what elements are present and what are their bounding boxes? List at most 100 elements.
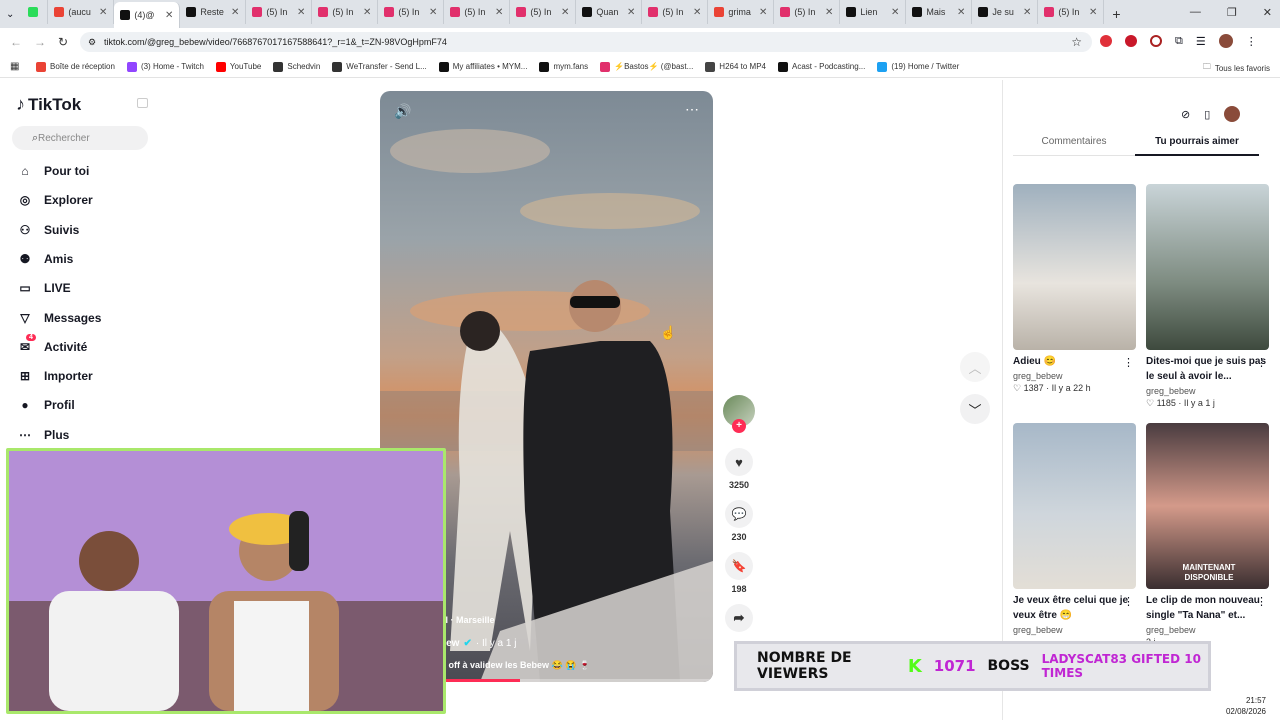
browser-tab[interactable]: (5) In ✕ xyxy=(444,0,511,24)
suggested-video-card[interactable]: Je veux être celui que je veux être 😁 gre… xyxy=(1013,423,1136,637)
tab-close-icon[interactable]: ✕ xyxy=(561,7,569,18)
volume-icon[interactable]: 🔊 xyxy=(394,103,411,120)
tab-close-icon[interactable]: ✕ xyxy=(363,7,371,18)
nav-item[interactable]: ⚉ Amis xyxy=(16,250,74,268)
collapse-sidebar-icon[interactable] xyxy=(137,98,148,108)
suggested-video-card[interactable]: MAINTENANT DISPONIBLE Le clip de mon nouv… xyxy=(1146,423,1269,647)
back-icon[interactable]: ← xyxy=(10,35,22,49)
card-more-icon[interactable]: ⋮ xyxy=(1256,356,1267,369)
tab-close-icon[interactable]: ✕ xyxy=(495,7,503,18)
tab-close-icon[interactable]: ✕ xyxy=(165,10,173,21)
bookmark-item[interactable]: Acast - Podcasting... xyxy=(778,61,865,72)
minimize-icon[interactable]: — xyxy=(1190,6,1201,19)
url-text[interactable]: tiktok.com/@greg_bebew/video/76687670171… xyxy=(104,37,447,47)
restore-icon[interactable]: ❐ xyxy=(1227,6,1237,19)
browser-tab[interactable]: Je su ✕ xyxy=(972,0,1039,24)
card-title[interactable]: Dites-moi que je suis pas le seul à avoi… xyxy=(1146,354,1269,384)
like-action[interactable]: ♥ 3250 xyxy=(723,448,755,490)
tab-close-icon[interactable]: ✕ xyxy=(825,7,833,18)
card-title[interactable]: Je veux être celui que je veux être 😁 xyxy=(1013,593,1136,623)
browser-tab[interactable]: (5) In ✕ xyxy=(378,0,445,24)
browser-menu-icon[interactable]: ⋮ xyxy=(1246,35,1257,48)
bookmark-star-icon[interactable]: ☆ xyxy=(1071,35,1082,49)
extensions-puzzle-icon[interactable]: ⧉ xyxy=(1175,35,1183,48)
bookmark-item[interactable]: YouTube xyxy=(215,61,261,72)
next-video-button[interactable]: ﹀ xyxy=(960,394,990,424)
tab-comments[interactable]: Commentaires xyxy=(1013,136,1135,156)
browser-tab[interactable]: (5) In ✕ xyxy=(642,0,709,24)
video-thumbnail[interactable] xyxy=(1013,423,1136,589)
nav-item[interactable]: ▽ Messages xyxy=(16,309,101,327)
bookmark-item[interactable]: WeTransfer - Send L... xyxy=(332,61,427,72)
extension-adblock-icon[interactable] xyxy=(1100,35,1112,47)
tiktok-logo[interactable]: ♪ TikTok xyxy=(16,94,81,115)
nav-item[interactable]: ⋯ Plus xyxy=(16,426,69,444)
video-location[interactable]: ol · Marseille xyxy=(440,615,495,625)
card-author[interactable]: greg_bebew xyxy=(1146,386,1269,396)
bookmark-item[interactable]: Schedvin xyxy=(273,61,320,72)
new-tab-button[interactable]: + xyxy=(1112,6,1120,22)
close-window-icon[interactable]: ✕ xyxy=(1263,6,1272,19)
reload-icon[interactable]: ↻ xyxy=(58,35,68,49)
nav-item[interactable]: ▭ LIVE xyxy=(16,279,70,297)
tab-close-icon[interactable]: ✕ xyxy=(627,7,635,18)
tab-suggestions[interactable]: Tu pourrais aimer xyxy=(1135,136,1259,156)
all-bookmarks-folder[interactable]: 🗀 Tous les favoris xyxy=(1203,61,1270,75)
card-title[interactable]: Adieu 😊 xyxy=(1013,354,1136,369)
video-thumbnail[interactable] xyxy=(1146,184,1269,350)
video-thumbnail[interactable]: MAINTENANT DISPONIBLE xyxy=(1146,423,1269,589)
coin-icon[interactable]: ⊘ xyxy=(1181,108,1190,121)
card-more-icon[interactable]: ⋮ xyxy=(1123,356,1134,369)
tab-list-chevron-icon[interactable]: ⌄ xyxy=(6,9,14,20)
browser-tab[interactable]: (5) In ✕ xyxy=(312,0,379,24)
browser-tab[interactable]: (aucu ✕ xyxy=(48,0,115,24)
share-action[interactable]: ➦ xyxy=(723,604,755,636)
share-icon[interactable]: ➦ xyxy=(725,604,753,632)
card-title[interactable]: Le clip de mon nouveau single "Ta Nana" … xyxy=(1146,593,1269,623)
nav-item[interactable]: ◎ Explorer xyxy=(16,191,93,209)
tab-close-icon[interactable]: ✕ xyxy=(1089,7,1097,18)
bookmark-item[interactable]: Boîte de réception xyxy=(36,61,115,72)
site-info-icon[interactable]: ⚙ xyxy=(88,37,96,48)
profile-avatar-icon[interactable] xyxy=(1218,34,1233,48)
nav-item[interactable]: ⚇ Suivis xyxy=(16,221,80,239)
tab-close-icon[interactable]: ✕ xyxy=(231,7,239,18)
card-author[interactable]: greg_bebew xyxy=(1146,625,1269,635)
bookmark-item[interactable]: H264 to MP4 xyxy=(705,61,766,72)
extension-red-icon[interactable] xyxy=(1125,35,1137,47)
browser-tab[interactable]: (5) In ✕ xyxy=(510,0,577,24)
previous-video-button[interactable]: ︿ xyxy=(960,352,990,382)
comment-icon[interactable]: 💬 xyxy=(725,500,753,528)
tab-close-icon[interactable]: ✕ xyxy=(99,7,107,18)
extension-block-icon[interactable] xyxy=(1150,35,1162,47)
media-controls-icon[interactable]: ☰ xyxy=(1196,35,1206,48)
nav-item[interactable]: ⌂ Pour toi xyxy=(16,162,89,180)
video-more-icon[interactable]: ⋯ xyxy=(685,101,699,118)
tab-close-icon[interactable]: ✕ xyxy=(957,7,965,18)
bookmark-item[interactable]: My affiliates • MYM... xyxy=(438,61,527,72)
browser-tab[interactable] xyxy=(22,0,49,24)
bookmark-item[interactable]: mym.fans xyxy=(539,61,588,72)
address-bar[interactable]: ⚙ tiktok.com/@greg_bebew/video/766876701… xyxy=(80,32,1092,52)
bookmark-item[interactable]: ⚡Bastos⚡ (@bast... xyxy=(600,61,693,72)
browser-tab[interactable]: (4)@ ✕ xyxy=(114,2,181,28)
card-more-icon[interactable]: ⋮ xyxy=(1123,595,1134,608)
bookmark-icon[interactable]: 🔖 xyxy=(725,552,753,580)
tab-close-icon[interactable]: ✕ xyxy=(759,7,767,18)
browser-tab[interactable]: grima ✕ xyxy=(708,0,775,24)
nav-item[interactable]: ✉ 4 Activité xyxy=(16,333,87,356)
tab-close-icon[interactable]: ✕ xyxy=(693,7,701,18)
browser-tab[interactable]: Reste ✕ xyxy=(180,0,247,24)
card-more-icon[interactable]: ⋮ xyxy=(1256,595,1267,608)
browser-tab[interactable]: Mais ✕ xyxy=(906,0,973,24)
tab-close-icon[interactable]: ✕ xyxy=(891,7,899,18)
tab-close-icon[interactable]: ✕ xyxy=(429,7,437,18)
card-author[interactable]: greg_bebew xyxy=(1013,371,1136,381)
browser-tab[interactable]: (5) In ✕ xyxy=(246,0,313,24)
creator-avatar[interactable]: + xyxy=(723,395,755,433)
nav-item[interactable]: ● Profil xyxy=(16,396,74,414)
search-input[interactable]: ⌕ Rechercher xyxy=(12,126,148,150)
browser-tab[interactable]: Lien ✕ xyxy=(840,0,907,24)
tab-close-icon[interactable]: ✕ xyxy=(297,7,305,18)
suggested-video-card[interactable]: Dites-moi que je suis pas le seul à avoi… xyxy=(1146,184,1269,409)
